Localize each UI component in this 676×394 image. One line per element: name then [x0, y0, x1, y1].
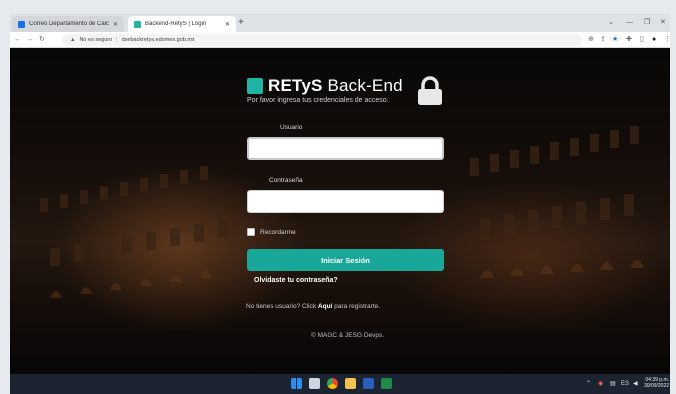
- retys-favicon-icon: [134, 20, 141, 28]
- side-panel-icon[interactable]: ▯: [640, 34, 644, 46]
- lock-icon: [418, 76, 442, 105]
- tab-correo[interactable]: Correo Departamento de Cálculo ✕: [12, 16, 124, 32]
- menu-dots-icon[interactable]: ⋮: [664, 34, 671, 46]
- language-icon[interactable]: ES: [621, 379, 629, 389]
- login-button[interactable]: Iniciar Sesión: [247, 249, 444, 271]
- close-window-icon[interactable]: ✕: [660, 17, 666, 29]
- zoom-icon[interactable]: ⊕: [588, 34, 594, 46]
- register-suffix: para registrarte.: [332, 303, 381, 310]
- register-link[interactable]: Aquí: [318, 303, 332, 310]
- close-tab-icon[interactable]: ✕: [225, 21, 230, 28]
- password-label: Contraseña: [269, 177, 303, 184]
- new-tab-icon[interactable]: +: [238, 17, 244, 29]
- windows-start-icon[interactable]: [291, 378, 302, 389]
- forgot-password-link[interactable]: Olvidaste tu contraseña?: [254, 277, 338, 284]
- brand-rest: Back-End: [322, 76, 403, 95]
- remember-me[interactable]: Recordarme: [247, 228, 296, 236]
- file-explorer-icon[interactable]: [345, 378, 356, 389]
- clock-date: 30/09/2022: [644, 383, 670, 389]
- tab-title: Backend-RetyS | Login: [145, 21, 207, 27]
- close-tab-icon[interactable]: ✕: [113, 21, 118, 28]
- warning-icon: ▲: [70, 37, 76, 43]
- tab-backend-login[interactable]: Backend-RetyS | Login ✕: [128, 16, 236, 32]
- wifi-icon[interactable]: ▤: [610, 379, 616, 389]
- security-label: No es seguro: [79, 37, 113, 43]
- register-text: No tienes usuario? Click Aquí para regis…: [246, 303, 380, 310]
- clock[interactable]: 04:39 p.m. 30/09/2022: [644, 377, 669, 389]
- subtitle: Por favor ingresa tus credenciales de ac…: [247, 97, 389, 104]
- address-bar[interactable]: ▲ No es seguro | dsebackretys.edomex.gob…: [62, 34, 582, 46]
- login-page: RETyS Back-End Por favor ingresa tus cre…: [10, 48, 670, 374]
- taskbar: ⌃ ◉ ▤ ES ◀ 04:39 p.m. 30/09/2022: [10, 374, 670, 394]
- divider: |: [116, 37, 118, 43]
- password-field[interactable]: [247, 190, 444, 213]
- page-title: RETyS Back-End: [268, 76, 403, 96]
- retys-logo-icon: [247, 78, 263, 94]
- forward-icon[interactable]: →: [26, 34, 33, 46]
- profile-avatar-icon[interactable]: ●: [652, 34, 656, 46]
- brand-header: RETyS Back-End: [247, 76, 403, 96]
- extensions-icon[interactable]: ✚: [626, 34, 632, 46]
- restore-icon[interactable]: ❐: [644, 17, 650, 29]
- brand-bold: RETyS: [268, 76, 323, 95]
- password-input[interactable]: [248, 191, 443, 212]
- task-view-icon[interactable]: [309, 378, 320, 389]
- browser-toolbar: ← → ↻ ▲ No es seguro | dsebackretys.edom…: [10, 32, 671, 48]
- tab-strip: Correo Departamento de Cálculo ✕ Backend…: [10, 14, 670, 32]
- minimize-icon[interactable]: —: [626, 17, 633, 29]
- mail-favicon-icon: [18, 20, 25, 28]
- chevron-up-icon[interactable]: ⌃: [586, 379, 591, 389]
- network-icon[interactable]: ◉: [598, 379, 603, 389]
- chevron-down-icon[interactable]: ⌄: [608, 17, 614, 29]
- username-input[interactable]: [249, 140, 442, 159]
- volume-icon[interactable]: ◀: [633, 379, 638, 389]
- word-icon[interactable]: [363, 378, 374, 389]
- excel-icon[interactable]: [381, 378, 392, 389]
- star-icon[interactable]: ★: [612, 34, 618, 46]
- share-icon[interactable]: ⇪: [600, 34, 606, 46]
- screen: Correo Departamento de Cálculo ✕ Backend…: [0, 0, 676, 394]
- url-text: dsebackretys.edomex.gob.mx: [121, 37, 195, 43]
- tab-title: Correo Departamento de Cálculo: [29, 21, 109, 27]
- chrome-icon[interactable]: [327, 378, 338, 389]
- remember-label: Recordarme: [260, 228, 296, 236]
- register-prefix: No tienes usuario? Click: [246, 303, 318, 310]
- footer-copyright: © MAGC & JESG Devps.: [311, 332, 385, 339]
- username-field[interactable]: [247, 137, 444, 160]
- username-label: Usuario: [280, 124, 303, 131]
- back-icon[interactable]: ←: [14, 34, 21, 46]
- reload-icon[interactable]: ↻: [39, 34, 45, 46]
- remember-checkbox[interactable]: [247, 228, 255, 236]
